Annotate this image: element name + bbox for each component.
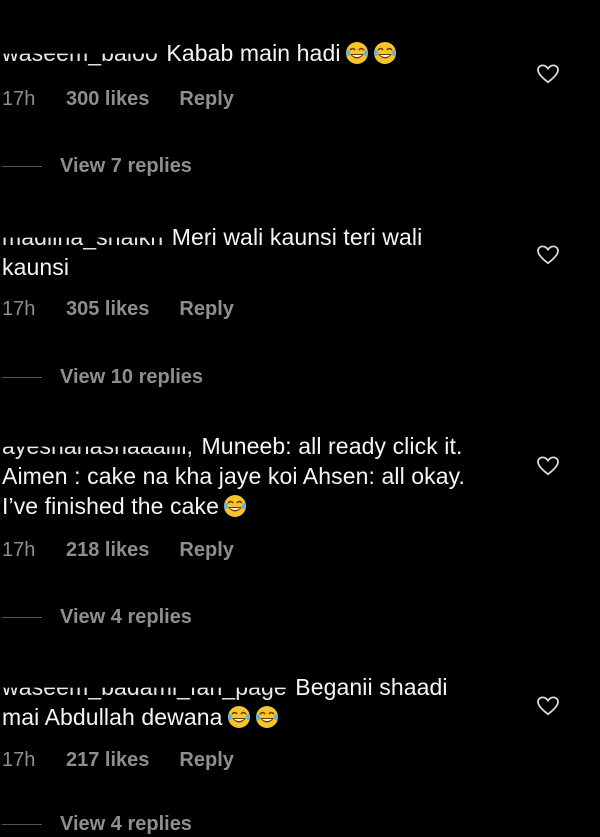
heart-outline-icon[interactable]: [537, 456, 559, 476]
heart-outline-icon[interactable]: [537, 696, 559, 716]
view-replies-button[interactable]: View 10 replies: [0, 364, 203, 390]
heart-outline-icon[interactable]: [537, 245, 559, 265]
heart-outline-icon[interactable]: [537, 64, 559, 84]
comment-likes[interactable]: 217 likes: [66, 747, 149, 773]
view-replies-label: View 4 replies: [60, 605, 192, 628]
comment-text-block: waseem_badami_fan_page Beganii shaadi ma…: [2, 672, 472, 732]
comment-likes[interactable]: 305 likes: [66, 296, 149, 322]
comment-meta: 17h 305 likes Reply: [2, 296, 234, 322]
view-replies-label: View 7 replies: [60, 154, 192, 177]
reply-button[interactable]: Reply: [179, 86, 233, 112]
comment-likes[interactable]: 300 likes: [66, 86, 149, 112]
face-with-tears-of-joy-icon: [345, 42, 368, 64]
replies-divider: [2, 823, 42, 825]
comment-likes[interactable]: 218 likes: [66, 537, 149, 563]
face-with-tears-of-joy-icon: [373, 42, 396, 64]
comment-text-block: waseem_baloo Kabab main hadi: [2, 38, 522, 68]
comment-timestamp: 17h: [2, 749, 36, 771]
comment-meta: 17h 218 likes Reply: [2, 537, 234, 563]
face-with-tears-of-joy-icon: [227, 706, 250, 728]
face-with-tears-of-joy-icon: [224, 495, 246, 517]
comment-body: Beganii shaadi mai Abdullah dewana: [2, 674, 448, 730]
replies-divider: [2, 376, 42, 378]
comment-timestamp: 17h: [2, 539, 36, 561]
comment-username[interactable]: waseem_badami_fan_page: [2, 688, 287, 702]
replies-divider: [2, 165, 42, 167]
comment-meta: 17h 300 likes Reply: [2, 86, 234, 112]
reply-button[interactable]: Reply: [179, 296, 233, 322]
comment-timestamp: 17h: [2, 298, 36, 320]
view-replies-button[interactable]: View 7 replies: [0, 153, 192, 179]
comment-username[interactable]: waseem_baloo: [2, 54, 158, 68]
comment-text-block: madiiha_shaikh Meri wali kaunsi teri wal…: [2, 222, 472, 282]
comment-body: Meri wali kaunsi teri wali kaunsi: [2, 224, 423, 280]
comment-text-block: ayeshahashaaaliii, Muneeb: all ready cli…: [2, 431, 502, 521]
comment-meta: 17h 217 likes Reply: [2, 747, 234, 773]
comment-timestamp: 17h: [2, 88, 36, 110]
view-replies-button[interactable]: View 4 replies: [0, 604, 192, 630]
comment-body: Kabab main hadi: [166, 40, 341, 66]
reply-button[interactable]: Reply: [179, 747, 233, 773]
view-replies-button[interactable]: View 4 replies: [0, 811, 192, 837]
comment-username[interactable]: madiiha_shaikh: [2, 238, 163, 252]
replies-divider: [2, 616, 42, 618]
comment-username[interactable]: ayeshahashaaaliii,: [2, 447, 193, 461]
view-replies-label: View 10 replies: [60, 365, 204, 388]
reply-button[interactable]: Reply: [179, 537, 233, 563]
face-with-tears-of-joy-icon: [255, 706, 278, 728]
view-replies-label: View 4 replies: [60, 812, 192, 835]
